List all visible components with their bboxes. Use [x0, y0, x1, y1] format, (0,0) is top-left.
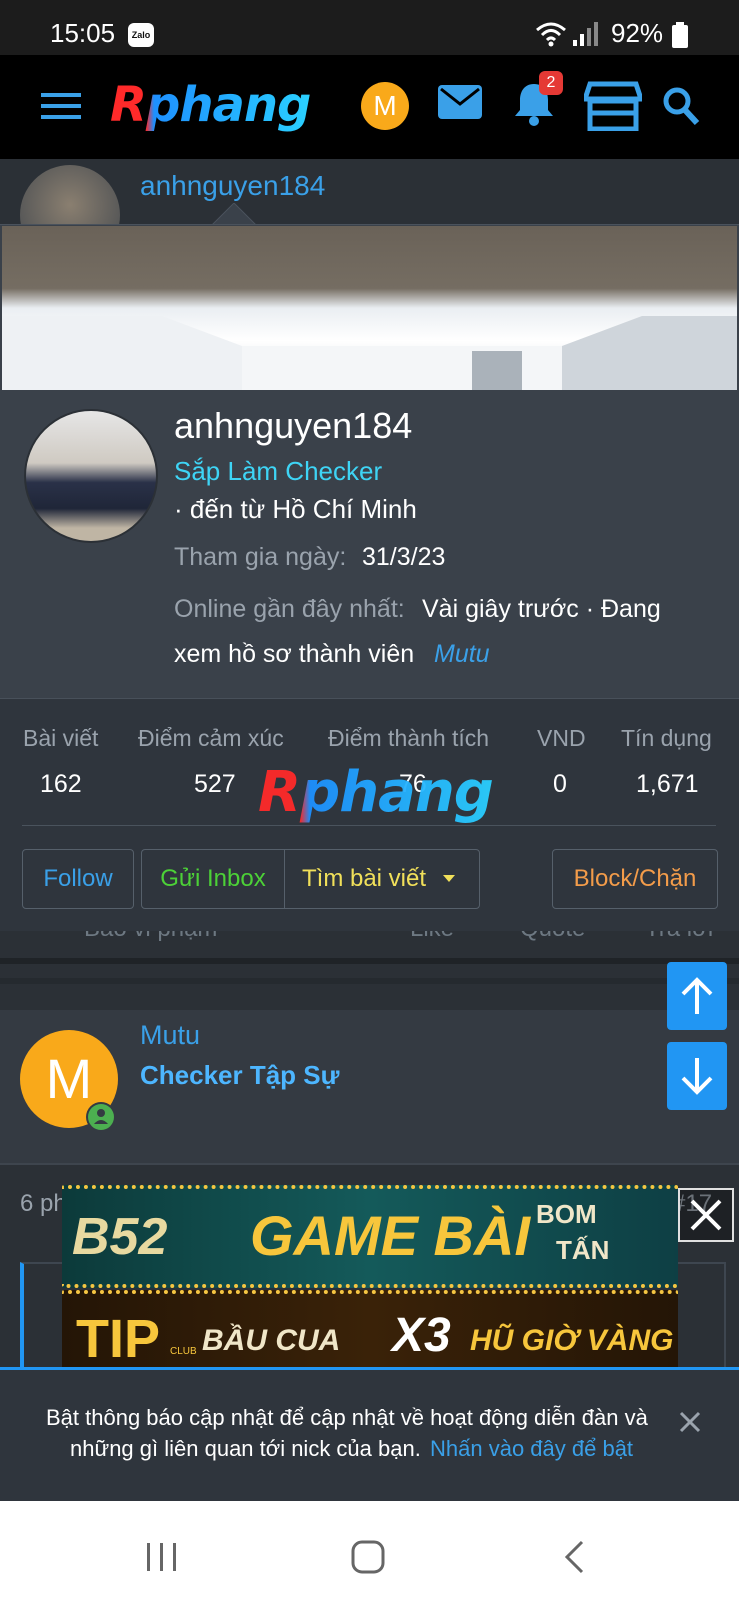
watermark-logo: Rphang: [258, 760, 494, 825]
divider: [0, 1163, 739, 1165]
enable-notifications-link[interactable]: Nhấn vào đây để bật: [430, 1436, 633, 1462]
popup-pointer: [212, 203, 256, 225]
profile-cover-image: [2, 226, 737, 390]
profile-user-title: Sắp Làm Checker: [174, 456, 383, 486]
status-bar: 15:05 Zalo 92%: [0, 0, 739, 55]
find-posts-dropdown[interactable]: Tìm bài viết: [284, 849, 480, 909]
ad-text-3: HŨ GIỜ VÀNG: [470, 1324, 674, 1357]
post-time: 6 ph: [20, 1190, 67, 1217]
online-user-icon: [88, 1104, 114, 1130]
ad-banner-game-bai[interactable]: B52 GAME BÀI BOM TẤN: [62, 1185, 678, 1288]
scroll-bottom-button[interactable]: [667, 1042, 727, 1110]
send-inbox-button[interactable]: Gửi Inbox: [141, 849, 285, 909]
wifi-signal-icon: [536, 22, 598, 47]
close-icon[interactable]: [678, 1410, 702, 1434]
ad-close-button[interactable]: [678, 1188, 734, 1242]
ad-brand-b52: B52: [72, 1208, 168, 1266]
ad-headline: GAME BÀI: [250, 1204, 530, 1267]
ad-text-1: BẦU CUA: [202, 1324, 341, 1357]
reply-post-header: M Mutu Checker Tập Sự: [0, 1010, 739, 1163]
stat-value-vnd: 0: [553, 770, 567, 798]
stat-label-posts: Bài viết: [23, 725, 99, 751]
home-icon[interactable]: [350, 1539, 386, 1575]
site-logo[interactable]: Rphang: [110, 77, 311, 133]
find-posts-label: Tìm bài viết: [302, 865, 427, 892]
recent-apps-icon[interactable]: [145, 1541, 179, 1575]
reply-author-title: Checker Tập Sự: [140, 1060, 340, 1090]
user-avatar[interactable]: M: [361, 82, 409, 130]
mail-icon[interactable]: [438, 85, 482, 119]
prompt-text-line-2: những gì liên quan tới nick của bạn.: [70, 1436, 421, 1461]
close-icon: [690, 1199, 722, 1231]
top-nav: Rphang M 2: [0, 55, 739, 159]
stat-label-trophies: Điểm thành tích: [328, 725, 490, 751]
joined-date: 31/3/23: [362, 543, 446, 571]
battery-percent: 92%: [611, 18, 664, 48]
stats-divider: [22, 825, 716, 826]
ad-brand-tip: TIP: [76, 1309, 161, 1369]
push-notification-prompt: Bật thông báo cập nhật để cập nhật về ho…: [0, 1367, 739, 1507]
stat-value-posts[interactable]: 162: [40, 770, 82, 799]
prompt-text-line-1: Bật thông báo cập nhật để cập nhật về ho…: [46, 1405, 648, 1430]
joined-label: Tham gia ngày:: [174, 543, 347, 571]
ad-subtext-2: TẤN: [556, 1235, 610, 1265]
stat-label-vnd: VND: [537, 725, 586, 751]
stat-value-reactions[interactable]: 527: [194, 770, 236, 799]
post-divider: [0, 958, 739, 964]
back-icon[interactable]: [562, 1539, 586, 1575]
arrow-up-icon: [681, 977, 713, 1014]
post-divider: [0, 978, 739, 984]
menu-icon[interactable]: [41, 91, 81, 121]
search-icon[interactable]: [662, 86, 700, 126]
profile-username[interactable]: anhnguyen184: [174, 405, 412, 447]
battery-icon: [672, 22, 688, 48]
last-online-value: Vài giây trước · Đang: [422, 595, 661, 623]
ad-subtext-1: BOM: [536, 1199, 597, 1229]
viewing-member-link[interactable]: Mutu: [434, 640, 490, 669]
profile-avatar[interactable]: [24, 409, 158, 543]
last-online-label: Online gần đây nhất:: [174, 595, 405, 623]
stat-label-credit: Tín dụng: [621, 725, 712, 751]
online-indicator: [86, 1102, 116, 1132]
stat-label-reactions: Điểm cảm xúc: [138, 725, 284, 751]
zalo-notification-icon: Zalo: [128, 23, 154, 47]
system-nav-bar: [0, 1501, 739, 1600]
ad-brand-sub: CLUB: [170, 1346, 197, 1357]
reply-author-username[interactable]: Mutu: [140, 1020, 200, 1051]
profile-location: · đến từ Hồ Chí Minh: [174, 494, 417, 524]
status-time: 15:05: [50, 18, 116, 48]
follow-button[interactable]: Follow: [22, 849, 134, 909]
ad-text-2: X3: [392, 1309, 451, 1362]
store-icon[interactable]: [584, 81, 642, 131]
viewing-activity: xem hồ sơ thành viên: [174, 640, 415, 668]
scroll-top-button[interactable]: [667, 962, 727, 1030]
block-button[interactable]: Block/Chặn: [552, 849, 718, 909]
caret-down-icon: [443, 875, 455, 882]
post-author-username[interactable]: anhnguyen184: [140, 170, 325, 202]
ad-banner-tip[interactable]: TIP CLUB BẦU CUA X3 HŨ GIỜ VÀNG: [62, 1290, 678, 1374]
stat-value-credit: 1,671: [636, 770, 699, 798]
notification-badge: 2: [539, 71, 563, 95]
arrow-down-icon: [681, 1058, 713, 1095]
